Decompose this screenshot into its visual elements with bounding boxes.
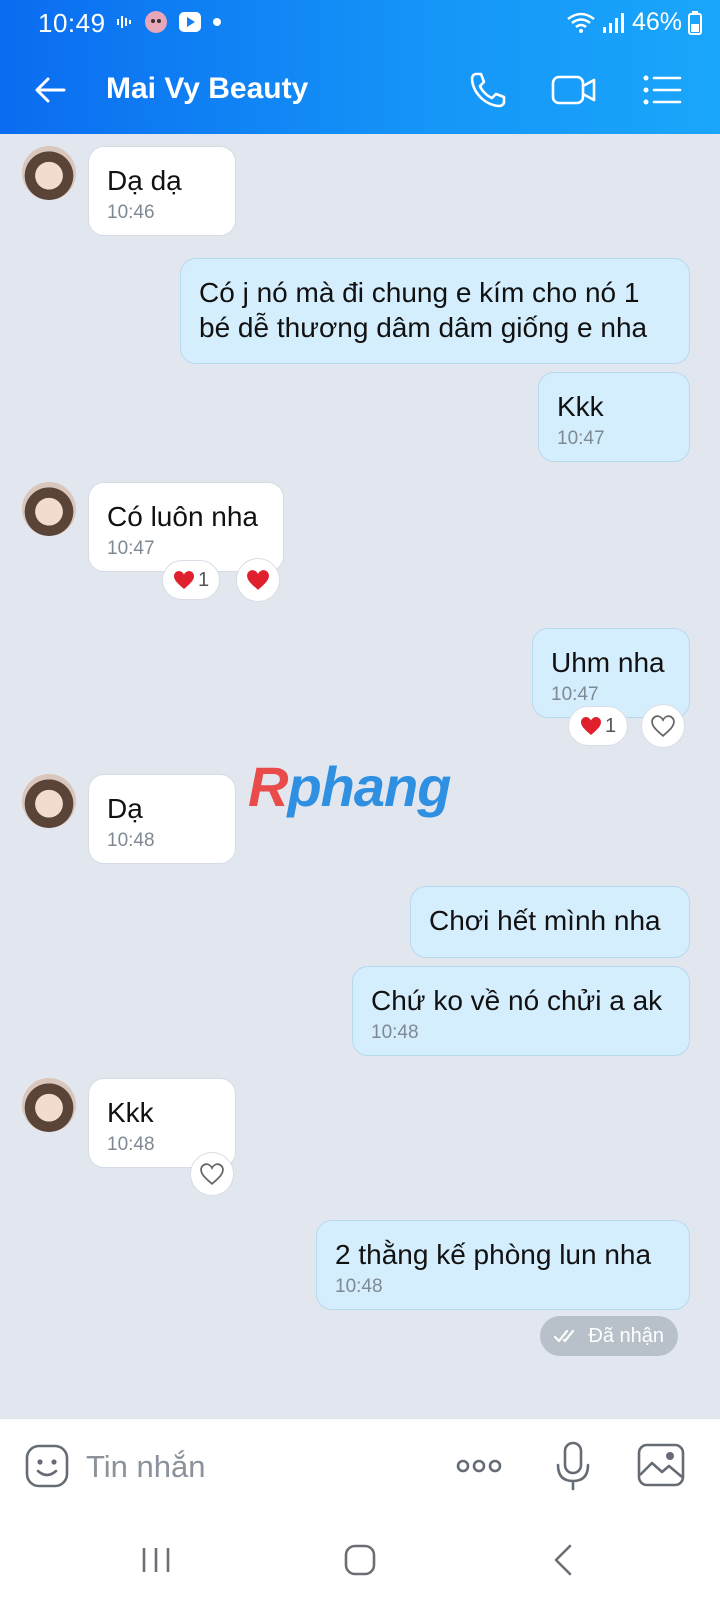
message-text: Có j nó mà đi chung e kím cho nó 1 bé dễ… [199,277,648,343]
game-app-icon [145,11,167,33]
back-arrow-icon[interactable] [30,70,70,110]
heart-outline-icon [651,715,675,737]
message-time: 10:48 [371,1022,419,1043]
message-text: 2 thằng kế phòng lun nha [335,1239,652,1270]
avatar[interactable] [22,1078,76,1132]
status-time: 10:49 [38,8,106,38]
message-time: 10:46 [107,202,155,223]
message-text: Uhm nha [551,647,665,678]
avatar[interactable] [22,146,76,200]
dot-icon [213,18,221,26]
message-time: 10:48 [107,830,155,851]
watermark-logo: Rphang [248,755,451,818]
notification-icons [116,10,222,34]
nav-back-icon[interactable] [544,1540,584,1580]
reaction-count: 1 [604,714,617,737]
message-time: 10:48 [335,1276,383,1297]
double-check-icon [554,1329,575,1343]
message-bubble-outgoing[interactable]: 2 thằng kế phòng lun nha 10:48 [316,1220,690,1310]
top-bar: 10:49 46% Mai Vy Beauty [0,0,720,134]
recent-apps-icon[interactable] [136,1540,176,1580]
home-icon[interactable] [340,1540,380,1580]
message-time: 10:47 [551,684,599,705]
chat-area[interactable]: Dạ dạ 10:46 Có j nó mà đi chung e kím ch… [0,134,720,1418]
message-bubble-outgoing[interactable]: Chơi hết mình nha [410,886,690,958]
status-bar: 10:49 46% [0,0,720,46]
signal-icon [602,12,624,33]
audio-icon [117,16,131,28]
battery-icon [688,10,702,35]
image-icon[interactable] [636,1439,686,1493]
video-app-icon [179,12,201,32]
message-bubble-outgoing[interactable]: Kkk 10:47 [538,372,690,462]
message-text: Có luôn nha [107,501,259,532]
message-text: Kkk [557,391,604,422]
react-button[interactable] [236,558,280,602]
message-text: Dạ dạ [107,165,182,196]
heart-icon [173,571,194,589]
video-call-icon[interactable] [550,68,598,112]
message-bubble-incoming[interactable]: Dạ 10:48 [88,774,236,864]
emoji-icon[interactable] [24,1443,70,1489]
message-time: 10:47 [557,428,605,449]
contact-name[interactable]: Mai Vy Beauty [106,72,308,106]
more-dots-icon[interactable] [454,1439,504,1493]
system-navigation-bar [0,1518,720,1600]
message-text: Kkk [107,1097,154,1128]
message-input[interactable] [86,1447,426,1487]
list-menu-icon[interactable] [638,68,686,112]
delivery-status-text: Đã nhận [588,1324,664,1347]
chat-header: Mai Vy Beauty [0,46,720,134]
microphone-icon[interactable] [548,1439,598,1493]
message-text: Chơi hết mình nha [429,905,661,936]
system-icons: 46% [566,8,702,37]
reaction-summary[interactable]: 1 [568,706,628,746]
phone-icon[interactable] [466,68,514,112]
heart-icon [580,717,601,735]
message-input-bar [0,1418,720,1518]
message-text: Dạ [107,793,143,824]
message-bubble-outgoing[interactable]: Chứ ko về nó chửi a ak 10:48 [352,966,690,1056]
heart-icon [247,570,269,590]
wifi-icon [567,12,595,33]
delivery-status-badge: Đã nhận [540,1316,678,1356]
avatar[interactable] [22,482,76,536]
message-bubble-incoming[interactable]: Dạ dạ 10:46 [88,146,236,236]
message-bubble-outgoing[interactable]: Có j nó mà đi chung e kím cho nó 1 bé dễ… [180,258,690,364]
message-text: Chứ ko về nó chửi a ak [371,985,663,1016]
heart-outline-icon [200,1163,224,1185]
message-time: 10:47 [107,538,155,559]
reaction-summary[interactable]: 1 [162,560,220,600]
react-button[interactable] [641,704,685,748]
battery-percent: 46% [631,8,682,36]
avatar[interactable] [22,774,76,828]
react-button[interactable] [190,1152,234,1196]
reaction-count: 1 [197,568,210,591]
message-time: 10:48 [107,1134,155,1155]
